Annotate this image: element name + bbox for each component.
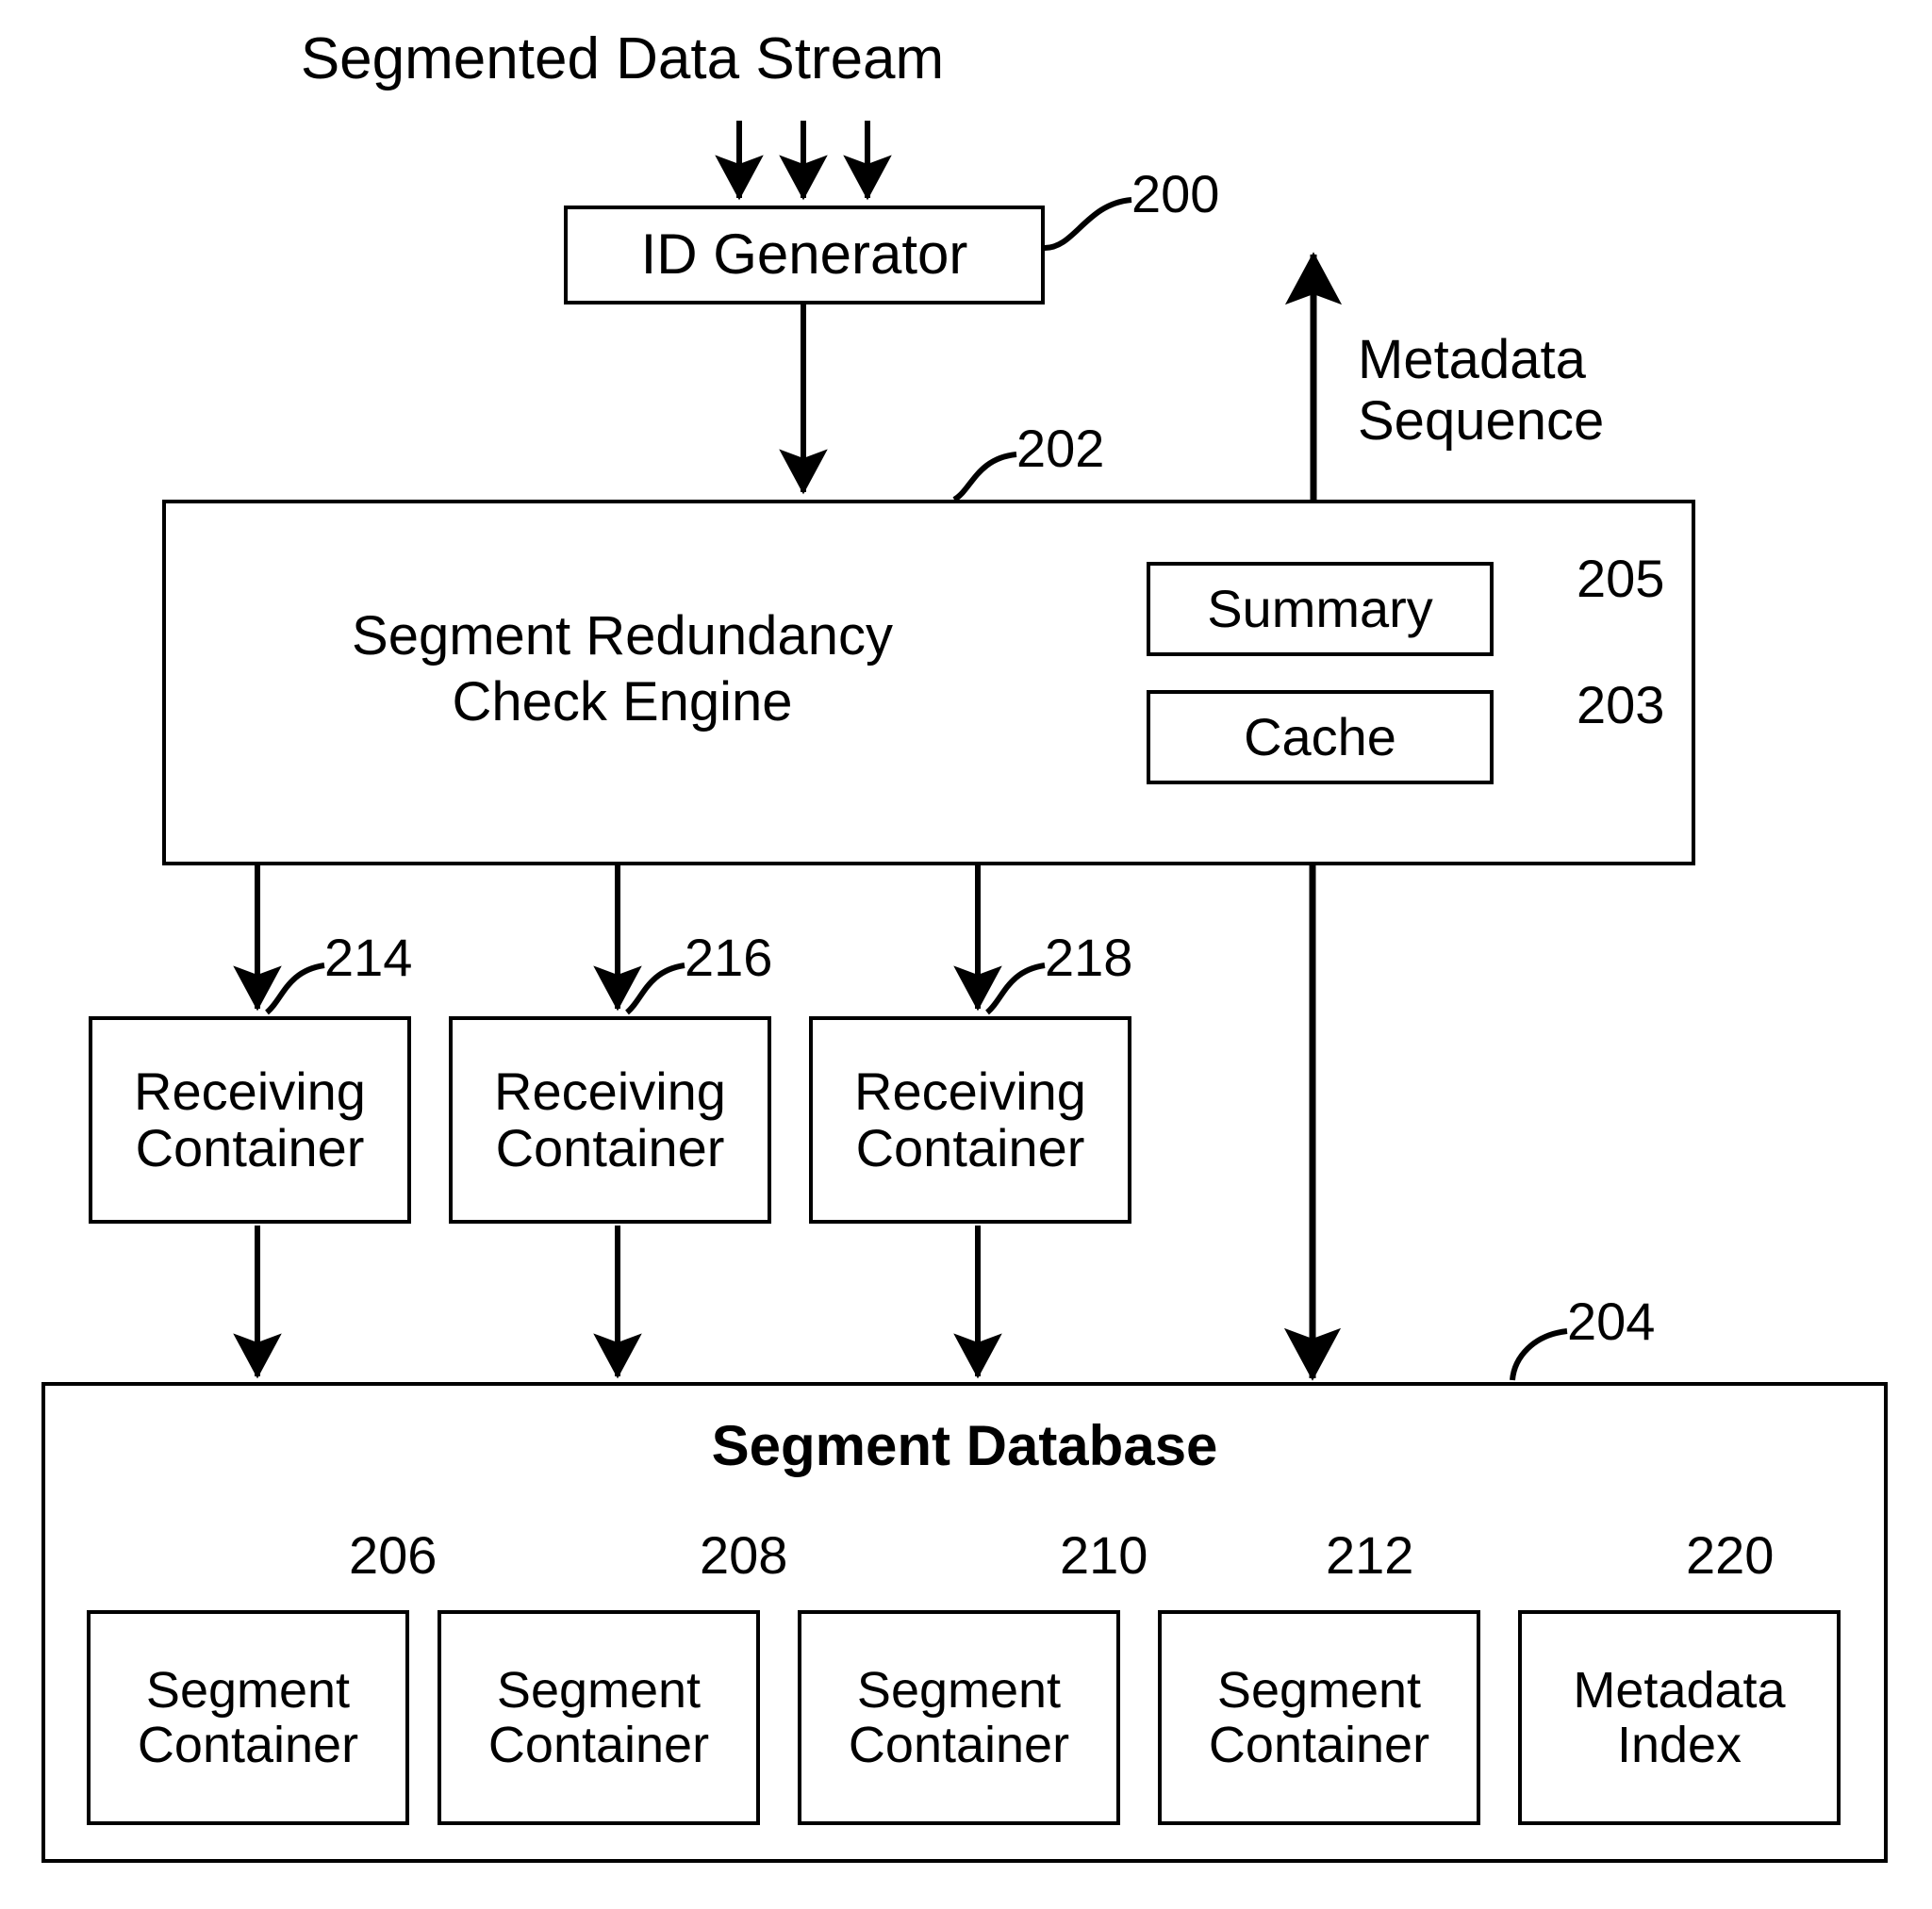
segment-container-210: Segment Container <box>798 1610 1120 1825</box>
ref-number-204: 204 <box>1567 1292 1656 1351</box>
ref-number-220: 220 <box>1686 1525 1775 1585</box>
ref-number-212: 212 <box>1326 1525 1414 1585</box>
segment-container-label: Segment Container <box>487 1661 710 1773</box>
arrows-receiving-to-database <box>233 1226 1002 1379</box>
segment-container-label: Segment Container <box>848 1661 1070 1773</box>
summary-label: Summary <box>1207 578 1433 638</box>
figure-title-segmented-data-stream: Segmented Data Stream <box>300 26 945 91</box>
segment-container-208: Segment Container <box>438 1610 760 1825</box>
segment-database-title: Segment Database <box>711 1414 1218 1477</box>
stream-input-arrows <box>715 121 892 201</box>
metadata-sequence-label: Metadata Sequence <box>1358 329 1605 452</box>
receiving-container-216: Receiving Container <box>449 1016 771 1224</box>
segment-container-212: Segment Container <box>1158 1610 1480 1825</box>
ref-number-214: 214 <box>324 928 413 987</box>
ref-number-218: 218 <box>1045 928 1133 987</box>
ref-number-203: 203 <box>1577 675 1665 734</box>
segment-container-206: Segment Container <box>87 1610 409 1825</box>
ref-number-206: 206 <box>349 1525 438 1585</box>
ref-number-208: 208 <box>700 1525 788 1585</box>
patent-figure-canvas: Segmented Data Stream ID Generator 200 S… <box>0 0 1932 1909</box>
receiving-container-label: Receiving Container <box>494 1061 726 1177</box>
receiving-container-label: Receiving Container <box>134 1061 366 1177</box>
receiving-container-218: Receiving Container <box>809 1016 1131 1224</box>
receiving-container-214: Receiving Container <box>89 1016 411 1224</box>
id-generator-box: ID Generator <box>564 206 1045 304</box>
id-generator-label: ID Generator <box>640 222 968 287</box>
ref-number-200: 200 <box>1131 164 1220 223</box>
ref-number-202: 202 <box>1016 419 1105 478</box>
segment-redundancy-check-engine-label: Segment Redundancy Check Engine <box>352 605 893 732</box>
ref-number-205: 205 <box>1577 549 1665 608</box>
cache-label: Cache <box>1244 706 1396 766</box>
cache-box: Cache <box>1147 690 1494 784</box>
metadata-index-label: Metadata Index <box>1573 1661 1786 1773</box>
metadata-index-220: Metadata Index <box>1518 1610 1841 1825</box>
ref-number-210: 210 <box>1060 1525 1148 1585</box>
segment-container-label: Segment Container <box>137 1661 359 1773</box>
ref-number-216: 216 <box>685 928 773 987</box>
receiving-container-label: Receiving Container <box>854 1061 1086 1177</box>
segment-container-label: Segment Container <box>1208 1661 1430 1773</box>
summary-box: Summary <box>1147 562 1494 656</box>
